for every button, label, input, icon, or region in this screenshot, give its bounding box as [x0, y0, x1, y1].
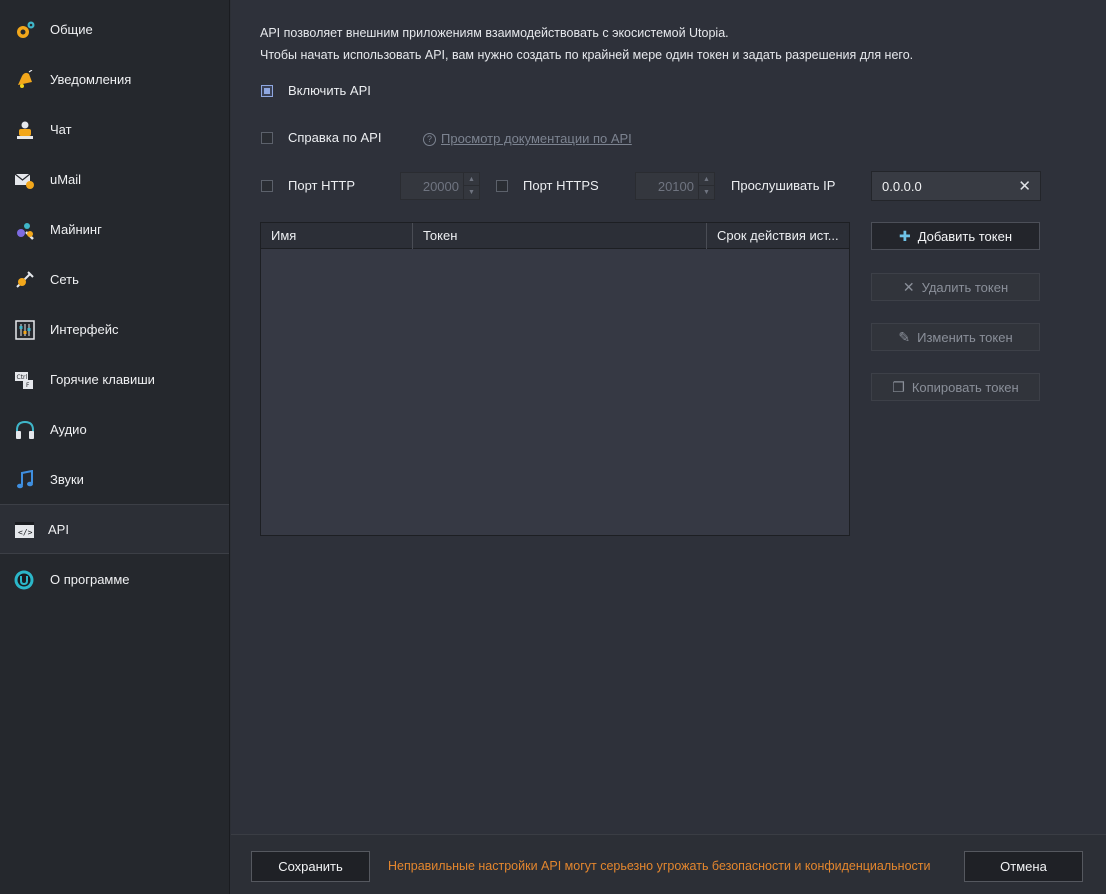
- sidebar-item-audio[interactable]: Аудио: [0, 405, 229, 455]
- mining-icon: [17, 223, 34, 240]
- sidebar-item-about[interactable]: О программе: [0, 555, 229, 605]
- tokens-table[interactable]: Имя Токен Срок действия ист...: [260, 222, 850, 536]
- keyboard-icon: Ctrl F: [15, 372, 33, 389]
- https-port-value: 20100: [657, 179, 694, 194]
- sidebar-item-label: API: [48, 522, 69, 537]
- sliders-icon: [15, 320, 35, 340]
- copy-icon: ❐: [892, 379, 905, 395]
- listen-ip-input[interactable]: 0.0.0.0 ✕: [871, 171, 1041, 201]
- gear-icon: [17, 21, 35, 38]
- sidebar-item-umail[interactable]: uMail: [0, 155, 229, 205]
- https-port-checkbox[interactable]: [496, 180, 508, 192]
- plus-icon: ✚: [898, 228, 911, 244]
- sidebar-item-label: Звуки: [50, 472, 84, 487]
- table-header: Имя Токен Срок действия ист...: [261, 223, 849, 249]
- http-port-checkbox[interactable]: [261, 180, 273, 192]
- security-warning: Неправильные настройки API могут серьезн…: [388, 859, 931, 873]
- edit-token-button[interactable]: ✎ Изменить токен: [871, 323, 1040, 351]
- cancel-button[interactable]: Отмена: [964, 851, 1083, 882]
- delete-token-label: Удалить токен: [921, 280, 1009, 295]
- mail-icon: [14, 173, 34, 189]
- api-docs-link[interactable]: Просмотр документации по API: [441, 131, 632, 146]
- pencil-icon: ✎: [898, 329, 911, 345]
- sidebar-item-chat[interactable]: Чат: [0, 105, 229, 155]
- network-icon: [16, 271, 34, 288]
- sidebar-item-interface[interactable]: Интерфейс: [0, 305, 229, 355]
- sidebar-item-label: Уведомления: [50, 72, 132, 87]
- sidebar-item-mining[interactable]: Майнинг: [0, 205, 229, 255]
- enable-api-checkbox[interactable]: [261, 85, 273, 97]
- utopia-logo-icon: [14, 570, 34, 590]
- svg-text:</>: </>: [18, 528, 33, 537]
- http-port-stepper[interactable]: 20000 ▲ ▼: [400, 172, 480, 200]
- http-port-value: 20000: [422, 179, 459, 194]
- https-port-label[interactable]: Порт HTTPS: [523, 178, 599, 193]
- svg-text:Ctrl: Ctrl: [17, 374, 28, 381]
- listen-ip-value: 0.0.0.0: [882, 179, 922, 194]
- column-header-name[interactable]: Имя: [261, 223, 413, 249]
- https-port-stepper[interactable]: 20100 ▲ ▼: [635, 172, 715, 200]
- sidebar-item-label: Общие: [50, 22, 93, 37]
- http-port-arrows[interactable]: ▲ ▼: [463, 173, 479, 199]
- delete-token-button[interactable]: ✕ Удалить токен: [871, 273, 1040, 301]
- clear-icon[interactable]: ✕: [1018, 177, 1031, 195]
- sidebar-item-network[interactable]: Сеть: [0, 255, 229, 305]
- sidebar-item-label: Аудио: [50, 422, 87, 437]
- sidebar-item-sounds[interactable]: Звуки: [0, 455, 229, 505]
- sidebar-item-label: Сеть: [50, 272, 79, 287]
- edit-token-label: Изменить токен: [917, 330, 1013, 345]
- api-help-label[interactable]: Справка по API: [288, 130, 381, 145]
- help-circle-icon: ?: [423, 133, 436, 146]
- enable-api-label[interactable]: Включить API: [288, 83, 371, 98]
- headphones-icon: [16, 420, 34, 439]
- add-token-label: Добавить токен: [917, 229, 1013, 244]
- code-icon: </>: [15, 522, 34, 538]
- column-header-expiry[interactable]: Срок действия ист...: [707, 223, 849, 249]
- bell-icon: [18, 70, 33, 88]
- sidebar-item-label: uMail: [50, 172, 82, 187]
- chevron-down-icon[interactable]: ▼: [464, 186, 479, 199]
- sidebar-item-notifications[interactable]: Уведомления: [0, 55, 229, 105]
- footer-bar: Сохранить Неправильные настройки API мог…: [231, 834, 1106, 894]
- copy-token-button[interactable]: ❐ Копировать токен: [871, 373, 1040, 401]
- column-header-token[interactable]: Токен: [413, 223, 707, 249]
- settings-sidebar: Общие Уведомления Чат uMail Майнинг Сеть…: [0, 0, 230, 894]
- save-button[interactable]: Сохранить: [251, 851, 370, 882]
- intro-line-1: API позволяет внешним приложениям взаимо…: [260, 26, 729, 40]
- chat-icon: [17, 121, 33, 139]
- add-token-button[interactable]: ✚ Добавить токен: [871, 222, 1040, 250]
- listen-ip-label: Прослушивать IP: [731, 178, 836, 193]
- api-help-checkbox[interactable]: [261, 132, 273, 144]
- api-settings-panel: API позволяет внешним приложениям взаимо…: [231, 0, 1106, 834]
- close-icon: ✕: [902, 279, 915, 295]
- copy-token-label: Копировать токен: [911, 380, 1019, 395]
- https-port-arrows[interactable]: ▲ ▼: [698, 173, 714, 199]
- chevron-up-icon[interactable]: ▲: [464, 173, 479, 186]
- intro-line-2: Чтобы начать использовать API, вам нужно…: [260, 48, 914, 62]
- music-note-icon: [17, 470, 33, 489]
- sidebar-item-label: Интерфейс: [50, 322, 119, 337]
- chevron-up-icon[interactable]: ▲: [699, 173, 714, 186]
- sidebar-item-label: О программе: [50, 572, 130, 587]
- sidebar-item-label: Майнинг: [50, 222, 102, 237]
- http-port-label[interactable]: Порт HTTP: [288, 178, 355, 193]
- sidebar-item-hotkeys[interactable]: Ctrl F Горячие клавиши: [0, 355, 229, 405]
- chevron-down-icon[interactable]: ▼: [699, 186, 714, 199]
- sidebar-item-label: Чат: [50, 122, 72, 137]
- sidebar-item-api[interactable]: </> API: [0, 504, 229, 554]
- sidebar-item-label: Горячие клавиши: [50, 372, 155, 387]
- sidebar-item-general[interactable]: Общие: [0, 5, 229, 55]
- svg-text:F: F: [26, 382, 30, 389]
